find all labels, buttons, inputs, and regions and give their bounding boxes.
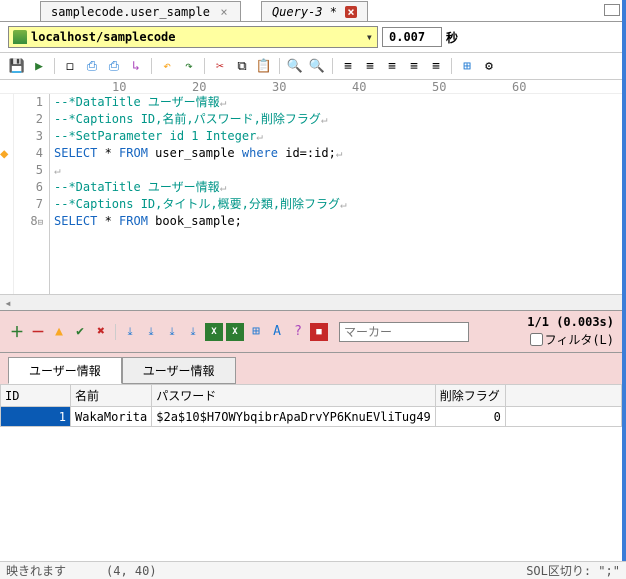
export-tsv-icon[interactable]: ⤓ <box>142 323 160 341</box>
horizontal-scrollbar[interactable]: ◂ <box>0 294 622 310</box>
search-icon[interactable]: 🔍 <box>286 57 304 75</box>
undo-icon[interactable]: ↶ <box>158 57 176 75</box>
save-icon[interactable]: 💾 <box>8 57 26 75</box>
copy-icon[interactable]: ⧉ <box>233 57 251 75</box>
status-position: (4, 40) <box>106 564 157 578</box>
editor-tabs: samplecode.user_sample × Query-3 * × <box>0 0 622 22</box>
outdent-icon[interactable]: ≡ <box>405 57 423 75</box>
filter-label: フィルタ(L) <box>545 331 614 348</box>
tab-query-3[interactable]: Query-3 * × <box>261 1 368 21</box>
status-right: SOL区切り: ";" <box>526 562 620 579</box>
result-tab-2[interactable]: ユーザー情報 <box>122 357 236 384</box>
bookmark-icon[interactable]: ◆ <box>0 146 8 162</box>
add-row-icon[interactable]: ＋ <box>8 323 26 341</box>
database-icon <box>13 30 27 44</box>
up-icon[interactable]: ▲ <box>50 323 68 341</box>
indent-right-icon[interactable]: ≡ <box>361 57 379 75</box>
replace-icon[interactable]: 🔍 <box>308 57 326 75</box>
editor-margin: ◆ <box>0 94 14 294</box>
result-tabs: ユーザー情報 ユーザー情報 <box>0 353 622 384</box>
indent-left-icon[interactable]: ≡ <box>339 57 357 75</box>
result-count: 1/1 (0.003s) <box>527 315 614 329</box>
results-toolbar: ＋ － ▲ ✔ ✖ ⤓ ⤓ ⤓ ⤓ X X ⊞ A ? ■ 1/1 (0.003… <box>0 310 622 353</box>
col-name[interactable]: 名前 <box>71 385 152 407</box>
stop-icon[interactable]: ◻ <box>61 57 79 75</box>
separator <box>151 58 152 74</box>
status-bar: 映きれます (4, 40) SOL区切り: ";" <box>0 561 626 579</box>
tab-label: samplecode.user_sample <box>51 5 210 19</box>
ruler-mark: 10 <box>112 80 126 94</box>
csv-icon[interactable]: ⎙ <box>83 57 101 75</box>
line-gutter: 12345678⊟ <box>14 94 50 294</box>
cell-id[interactable]: 1 <box>1 407 71 427</box>
commit-icon[interactable]: ✔ <box>71 323 89 341</box>
ruler-mark: 50 <box>432 80 446 94</box>
tab-user-sample[interactable]: samplecode.user_sample × <box>40 1 241 21</box>
cell-name[interactable]: WakaMorita <box>71 407 152 427</box>
chevron-down-icon: ▾ <box>366 30 373 44</box>
paste-icon[interactable]: 📋 <box>255 57 273 75</box>
close-icon[interactable]: × <box>218 6 230 18</box>
excel-icon[interactable]: X <box>205 323 223 341</box>
list-icon[interactable]: ≡ <box>427 57 445 75</box>
code-area[interactable]: --*DataTitle ユーザー情報↵--*Captions ID,名前,パス… <box>50 94 622 294</box>
code-editor[interactable]: ◆ 12345678⊟ --*DataTitle ユーザー情報↵--*Capti… <box>0 94 622 294</box>
scroll-left-icon[interactable]: ◂ <box>0 296 16 310</box>
cell-delflag[interactable]: 0 <box>435 407 505 427</box>
seconds-label: 秒 <box>446 29 458 46</box>
help-icon[interactable]: ? <box>289 323 307 341</box>
table-row[interactable]: 1 WakaMorita $2a$10$H7OWYbqibrApaDrvYP6K… <box>1 407 622 427</box>
redo-icon[interactable]: ↷ <box>180 57 198 75</box>
ruler-mark: 40 <box>352 80 366 94</box>
maximize-icon[interactable] <box>604 4 620 16</box>
tsv-icon[interactable]: ⎙ <box>105 57 123 75</box>
main-toolbar: 💾 ▶ ◻ ⎙ ⎙ ↳ ↶ ↷ ✂ ⧉ 📋 🔍 🔍 ≡ ≡ ≡ ≡ ≡ ⊞ ⚙ <box>0 53 622 80</box>
separator <box>115 324 116 340</box>
connection-selector[interactable]: localhost/samplecode ▾ <box>8 26 378 48</box>
text-icon[interactable]: A <box>268 323 286 341</box>
separator <box>204 58 205 74</box>
delete-row-icon[interactable]: － <box>29 323 47 341</box>
tree-icon[interactable]: ⊞ <box>458 57 476 75</box>
separator <box>451 58 452 74</box>
separator <box>279 58 280 74</box>
separator <box>54 58 55 74</box>
close-icon[interactable]: × <box>345 6 357 18</box>
ruler: 10 20 30 40 50 60 <box>0 80 622 94</box>
export-xml-icon[interactable]: ⤓ <box>163 323 181 341</box>
stop-result-icon[interactable]: ■ <box>310 323 328 341</box>
tab-label: Query-3 * <box>272 5 337 19</box>
ruler-mark: 60 <box>512 80 526 94</box>
excel-open-icon[interactable]: X <box>226 323 244 341</box>
marker-input[interactable] <box>339 322 469 342</box>
cell-password[interactable]: $2a$10$H7OWYbqibrApaDrvYP6KnuEVliTug49 <box>152 407 436 427</box>
export-csv-icon[interactable]: ⤓ <box>121 323 139 341</box>
filter-check-input[interactable] <box>530 333 543 346</box>
format-icon[interactable]: ↳ <box>127 57 145 75</box>
connection-text: localhost/samplecode <box>31 30 366 44</box>
align-icon[interactable]: ≡ <box>383 57 401 75</box>
filter-checkbox[interactable]: フィルタ(L) <box>530 331 614 348</box>
result-tab-1[interactable]: ユーザー情報 <box>8 357 122 384</box>
separator <box>332 58 333 74</box>
cut-icon[interactable]: ✂ <box>211 57 229 75</box>
options-icon[interactable]: ⚙ <box>480 57 498 75</box>
col-spacer <box>505 385 621 407</box>
run-icon[interactable]: ▶ <box>30 57 48 75</box>
col-password[interactable]: パスワード <box>152 385 436 407</box>
cell-spacer <box>505 407 621 427</box>
ruler-mark: 20 <box>192 80 206 94</box>
execution-time: 0.007 <box>382 27 442 47</box>
export-json-icon[interactable]: ⤓ <box>184 323 202 341</box>
ruler-mark: 30 <box>272 80 286 94</box>
connection-bar: localhost/samplecode ▾ 0.007 秒 <box>0 22 622 53</box>
table-header-row: ID 名前 パスワード 削除フラグ <box>1 385 622 407</box>
results-table: ID 名前 パスワード 削除フラグ 1 WakaMorita $2a$10$H7… <box>0 384 622 427</box>
grid-icon[interactable]: ⊞ <box>247 323 265 341</box>
rollback-icon[interactable]: ✖ <box>92 323 110 341</box>
col-id[interactable]: ID <box>1 385 71 407</box>
col-delflag[interactable]: 削除フラグ <box>435 385 505 407</box>
status-left: 映きれます <box>6 562 66 579</box>
